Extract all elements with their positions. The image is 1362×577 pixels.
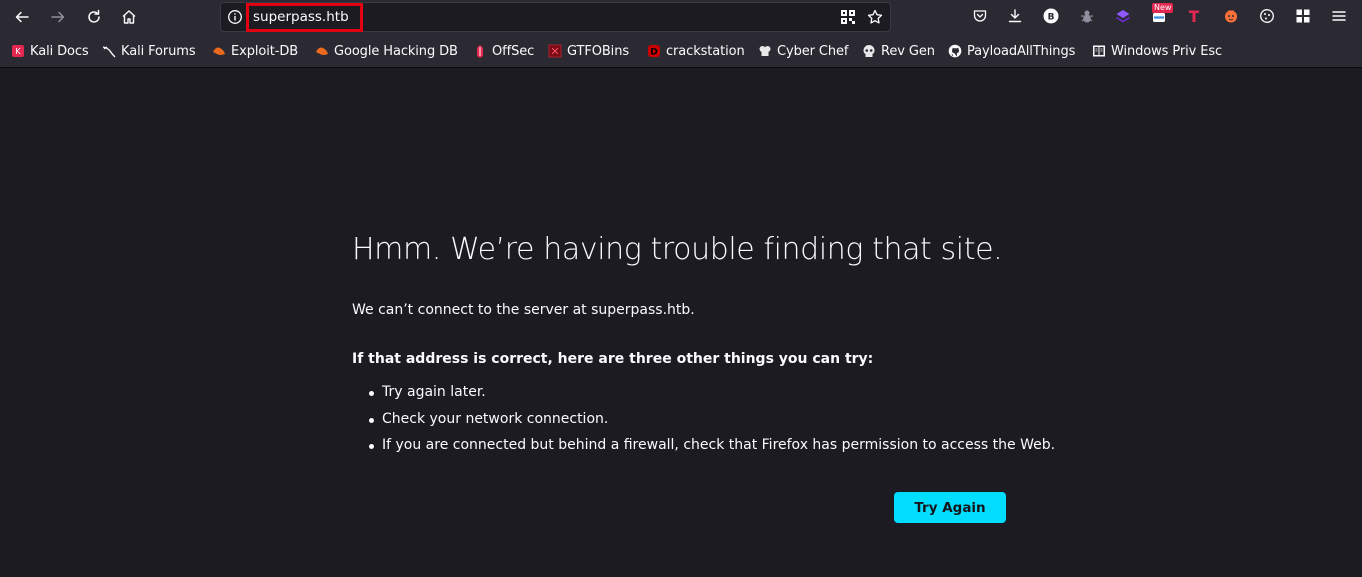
offsec-icon (473, 44, 487, 58)
github-icon (948, 44, 962, 58)
downloads-button[interactable] (1006, 7, 1024, 25)
error-tip: If you are connected but behind a firewa… (352, 437, 1055, 464)
app-menu-button[interactable] (1330, 7, 1348, 25)
bookmark-label: Google Hacking DB (334, 43, 458, 59)
bookmark-label: Windows Priv Esc (1111, 43, 1223, 59)
forward-arrow-icon (51, 11, 65, 23)
exploit-db-icon (212, 44, 226, 58)
bookmark-label: PayloadAllThings (967, 43, 1076, 59)
svg-text:B: B (1048, 13, 1055, 23)
book-icon (1092, 44, 1106, 58)
bookmark-kali-forums[interactable]: Kali Forums (102, 42, 196, 60)
extensions-button[interactable] (1294, 7, 1312, 25)
svg-text:D: D (650, 48, 657, 58)
gtfobins-icon (548, 44, 562, 58)
extensions-puzzle-icon (1296, 9, 1310, 23)
error-title: Hmm. We’re having trouble finding that s… (352, 232, 1003, 267)
reload-icon (88, 9, 100, 23)
bookmark-offsec[interactable]: OffSec (473, 42, 534, 60)
error-tip: Check your network connection. (352, 411, 1055, 438)
bookmarks-toolbar: K Kali Docs Kali Forums Exploit-DB Googl… (0, 34, 1362, 68)
nav-toolbar: superpass.htb B New (0, 0, 1362, 34)
bookmark-crackstation[interactable]: D crackstation (647, 42, 745, 60)
bookmark-label: Rev Gen (881, 43, 935, 59)
svg-text:K: K (15, 47, 21, 56)
forward-button[interactable] (46, 5, 70, 29)
extension-t-button[interactable] (1185, 7, 1203, 25)
red-t-icon (1189, 10, 1199, 22)
kali-docs-icon: K (11, 44, 25, 58)
reload-button[interactable] (82, 5, 106, 29)
bookmark-kali-docs[interactable]: K Kali Docs (11, 42, 89, 60)
bookmark-label: Kali Forums (121, 43, 196, 59)
cookie-icon (1260, 9, 1274, 23)
cyberchef-icon (758, 44, 772, 58)
bookmark-exploit-db[interactable]: Exploit-DB (212, 42, 298, 60)
url-bar[interactable]: superpass.htb (220, 2, 891, 32)
hamburger-menu-icon (1332, 11, 1346, 21)
extension-b-button[interactable]: B (1042, 7, 1060, 25)
bookmark-cyber-chef[interactable]: Cyber Chef (758, 42, 848, 60)
bookmark-windows-priv-esc[interactable]: Windows Priv Esc (1092, 42, 1222, 60)
skull-icon (862, 44, 876, 58)
bookmark-google-hacking-db[interactable]: Google Hacking DB (315, 42, 458, 60)
try-again-button[interactable]: Try Again (894, 492, 1006, 523)
bookmark-rev-gen[interactable]: Rev Gen (862, 42, 935, 60)
kali-forums-icon (102, 44, 116, 58)
bookmark-payloadallthings[interactable]: PayloadAllThings (948, 42, 1075, 60)
purple-layers-icon (1116, 10, 1130, 23)
error-description: We can’t connect to the server at superp… (352, 302, 695, 318)
b-circle-icon: B (1043, 8, 1059, 24)
bookmark-label: Cyber Chef (777, 43, 849, 59)
bookmark-label: crackstation (666, 43, 745, 59)
error-tip: Try again later. (352, 384, 1055, 411)
bookmark-gtfobins[interactable]: GTFOBins (548, 42, 629, 60)
error-subtitle: If that address is correct, here are thr… (352, 351, 874, 367)
home-button[interactable] (117, 5, 141, 29)
extension-bug-button[interactable] (1078, 7, 1096, 25)
bug-icon (1081, 10, 1093, 23)
pocket-icon (973, 10, 987, 22)
bookmark-label: Exploit-DB (231, 43, 299, 59)
error-tips-list: Try again later. Check your network conn… (352, 384, 1055, 464)
fox-icon (1225, 10, 1237, 23)
bookmark-label: Kali Docs (30, 43, 89, 59)
home-icon (122, 10, 136, 24)
back-arrow-icon (15, 11, 29, 23)
bookmark-label: GTFOBins (567, 43, 630, 59)
extension-cookie-button[interactable] (1258, 7, 1276, 25)
extension-fox-button[interactable] (1222, 7, 1240, 25)
download-icon (1008, 9, 1022, 23)
new-badge: New (1152, 3, 1174, 13)
ghdb-icon (315, 44, 329, 58)
back-button[interactable] (10, 5, 34, 29)
pocket-button[interactable] (971, 7, 989, 25)
extension-purple-button[interactable] (1114, 7, 1132, 25)
bookmark-label: OffSec (492, 43, 535, 59)
bookmark-star-icon[interactable] (867, 9, 883, 25)
qr-code-icon[interactable] (840, 9, 856, 25)
url-text[interactable]: superpass.htb (253, 9, 349, 25)
info-icon[interactable] (227, 9, 243, 25)
crackstation-icon: D (647, 44, 661, 58)
